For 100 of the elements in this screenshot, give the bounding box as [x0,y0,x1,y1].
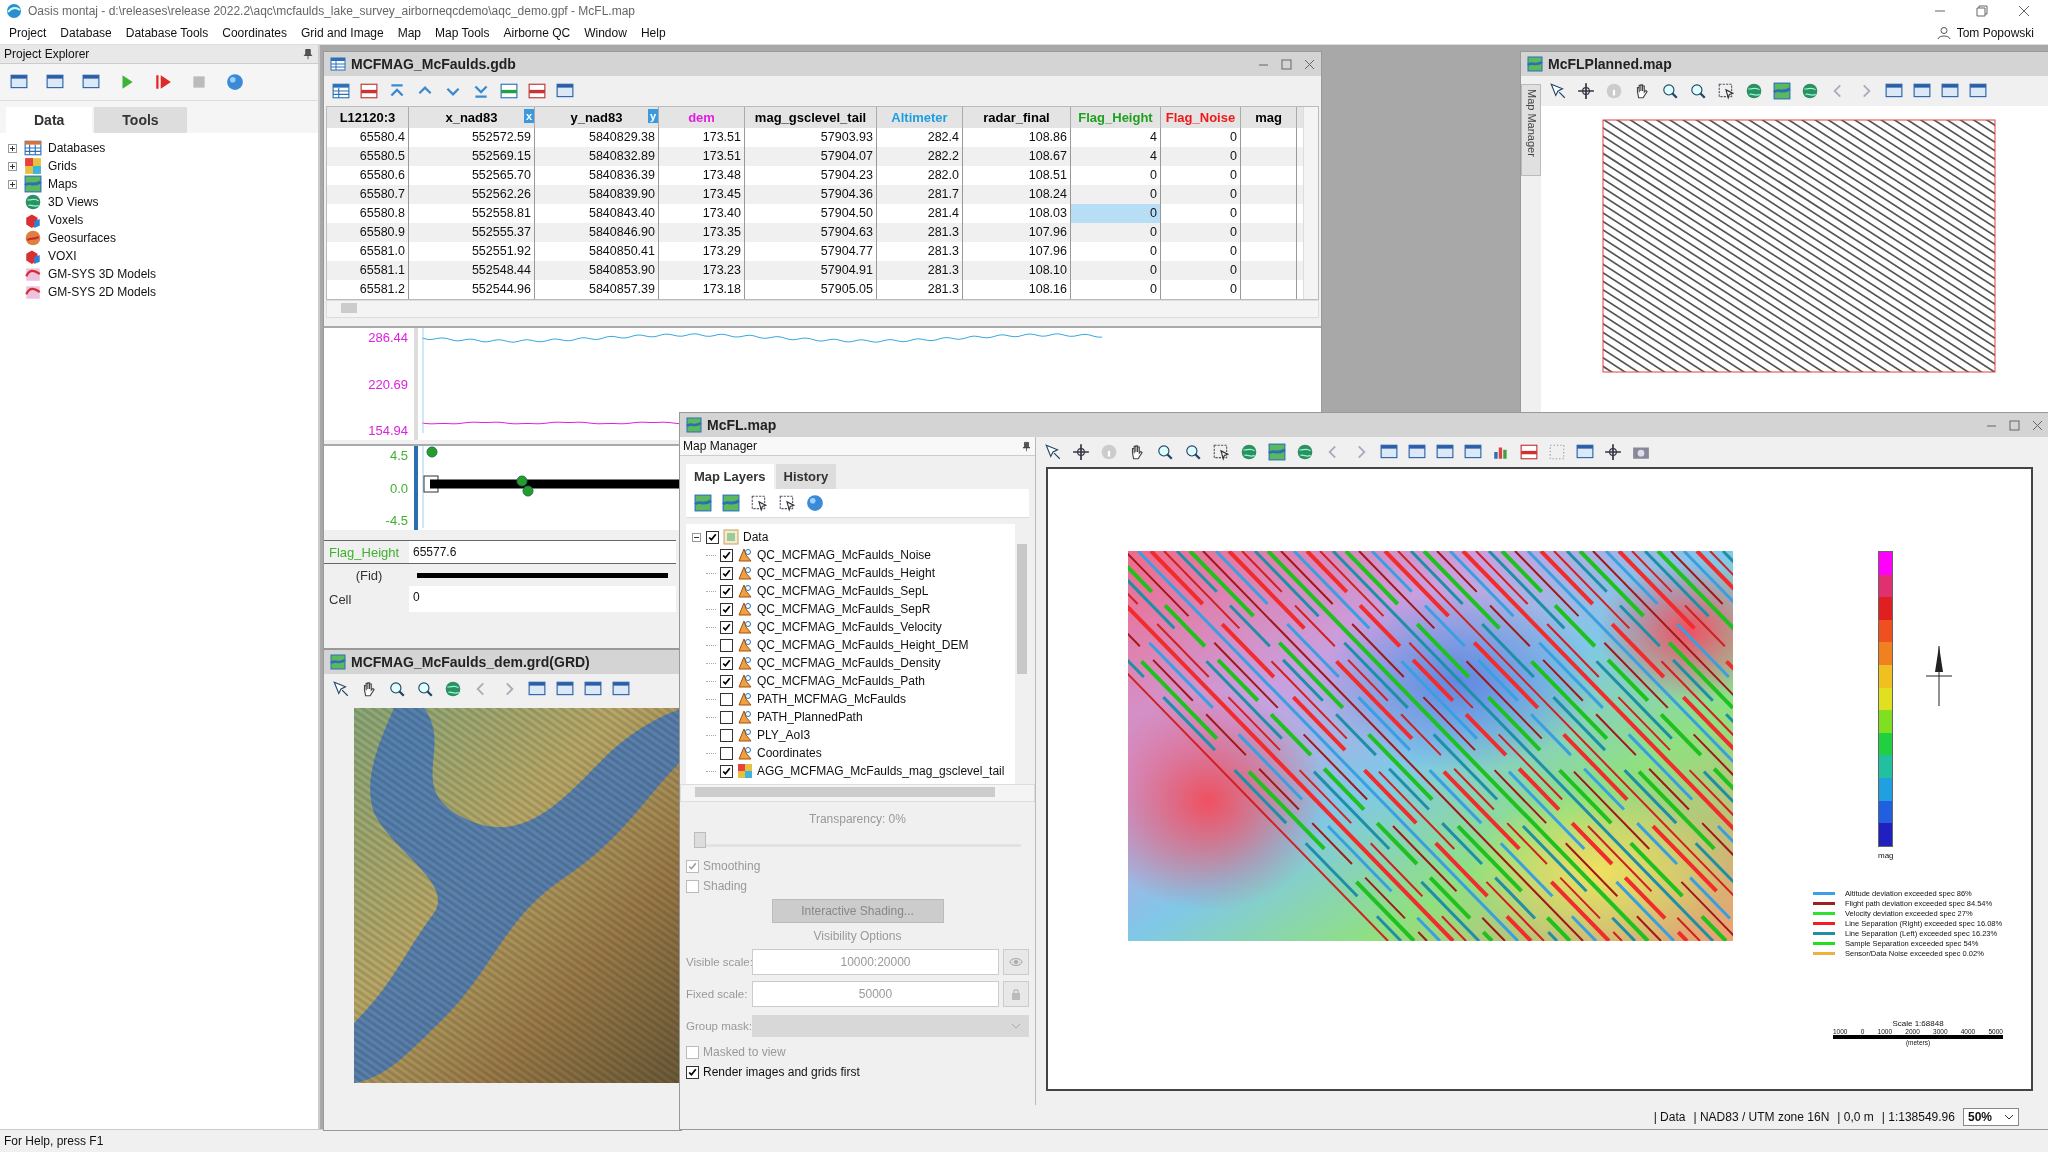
scrollbar[interactable] [1303,107,1318,299]
layer-item[interactable]: Data [743,530,769,544]
restore-icon[interactable] [1976,5,1988,17]
menu-item[interactable]: Project [2,24,54,42]
menu-item[interactable]: Grid and Image [293,24,391,42]
maximize-icon[interactable] [1281,58,1292,70]
view-stack-icon[interactable] [1941,82,1959,100]
checkbox[interactable] [720,656,733,670]
column-header[interactable]: radar_final [963,107,1071,128]
map-export-icon[interactable] [722,494,740,512]
tree-item[interactable]: Grids [48,159,77,173]
table-remove-icon[interactable] [528,82,546,100]
panel-tab[interactable]: Tools [94,107,187,133]
tree-item[interactable]: VOXI [48,249,77,263]
close-icon[interactable] [1304,58,1315,70]
tree-item[interactable]: Voxels [48,213,84,227]
checkbox[interactable] [720,692,733,706]
globe-icon[interactable] [1240,443,1258,461]
scrollbar[interactable] [680,784,1035,802]
table-add-icon[interactable] [500,82,518,100]
help-icon[interactable] [806,494,824,512]
checkbox[interactable] [706,530,719,544]
crosshair-icon[interactable] [1577,82,1595,100]
transparency-slider[interactable] [694,832,1021,847]
menu-item[interactable]: Window [577,24,634,42]
menu-item[interactable]: Map [390,24,428,42]
zoom-icon[interactable] [1661,82,1679,100]
scroll-thumb[interactable] [1017,544,1027,674]
pointer-icon[interactable] [332,680,350,698]
pin-icon[interactable] [1021,440,1032,452]
collapse-icon[interactable] [692,532,702,542]
expand-icon[interactable] [8,161,18,171]
checkbox[interactable] [720,566,733,580]
menu-item[interactable]: Database [53,24,119,42]
tree-item[interactable]: GM-SYS 2D Models [48,285,157,299]
view-grid-icon[interactable] [612,680,630,698]
table-settings-icon[interactable] [556,82,574,100]
column-header[interactable]: x_nad83 x [409,107,535,128]
close-icon[interactable] [2018,5,2030,17]
view-grid-icon[interactable] [1464,443,1482,461]
checkbox[interactable] [720,602,733,616]
panel-tab[interactable]: Data [6,107,93,133]
menu-item[interactable]: Help [633,24,673,42]
layer-item[interactable]: PLY_AoI3 [757,728,811,742]
view-icon[interactable] [1380,443,1398,461]
view-split-icon[interactable] [556,680,574,698]
column-header[interactable]: mag_gsclevel_tail [745,107,877,128]
menu-item[interactable]: Coordinates [215,24,294,42]
view-stack-icon[interactable] [1436,443,1454,461]
select-polygon-icon[interactable] [778,494,796,512]
view-split-icon[interactable] [1913,82,1931,100]
map-icon[interactable] [1773,82,1791,100]
layer-item[interactable]: PATH_MCFMAG_McFaulds [757,692,906,706]
pin-icon[interactable] [302,48,314,60]
menu-item[interactable]: Database Tools [118,24,216,42]
maximize-icon[interactable] [2009,419,2020,431]
view-split-icon[interactable] [1408,443,1426,461]
table-icon[interactable] [332,82,350,100]
scroll-thumb[interactable] [695,787,995,797]
layer-item[interactable]: QC_MCFMAG_McFaulds_Height_DEM [757,638,969,652]
window-icon[interactable] [46,73,64,91]
layer-item[interactable]: QC_MCFMAG_McFaulds_Velocity [757,620,942,634]
user-name[interactable]: Tom Popowski [1956,26,2034,40]
zoom-icon[interactable] [1156,443,1174,461]
checkbox[interactable] [720,746,733,760]
panel-icon[interactable] [82,73,100,91]
layer-item[interactable]: Coordinates [757,746,822,760]
panel-icon[interactable] [1576,443,1594,461]
close-icon[interactable] [2032,419,2043,431]
column-header[interactable]: y_nad83 y [535,107,659,128]
menu-item[interactable]: Map Tools [428,24,497,42]
checkbox[interactable] [720,548,733,562]
menu-item[interactable]: Airborne QC [496,24,578,42]
view-stack-icon[interactable] [584,680,602,698]
column-header[interactable]: mag [1241,107,1297,128]
table-icon[interactable] [1520,443,1538,461]
map-save-icon[interactable] [694,494,712,512]
layer-item[interactable]: PATH_PlannedPath [757,710,863,724]
layer-item[interactable]: QC_MCFMAG_McFaulds_Height [757,566,936,580]
view-icon[interactable] [528,680,546,698]
globe-layer-icon[interactable] [1801,82,1819,100]
layer-item[interactable]: AGG_MCFMAG_McFaulds_mag_gsclevel_tail [757,764,1005,778]
layer-item[interactable]: QC_MCFMAG_McFaulds_SepR [757,602,931,616]
side-tab[interactable]: Map Manager [1521,84,1541,176]
zoom-in-icon[interactable] [1184,443,1202,461]
globe-icon[interactable] [444,680,462,698]
checkbox[interactable] [720,728,733,742]
layer-item[interactable]: QC_MCFMAG_McFaulds_Noise [757,548,932,562]
zoom-icon[interactable] [388,680,406,698]
layer-item[interactable]: QC_MCFMAG_McFaulds_Path [757,674,926,688]
zoom-in-icon[interactable] [416,680,434,698]
map-icon[interactable] [1268,443,1286,461]
checkbox[interactable] [720,674,733,688]
scroll-thumb[interactable] [341,303,357,313]
zoom-in-icon[interactable] [1689,82,1707,100]
panel-tab[interactable]: History [775,464,837,489]
column-header[interactable]: L12120:3 [327,107,409,128]
checkbox[interactable] [720,584,733,598]
globe-icon[interactable] [1745,82,1763,100]
view-icon[interactable] [1885,82,1903,100]
